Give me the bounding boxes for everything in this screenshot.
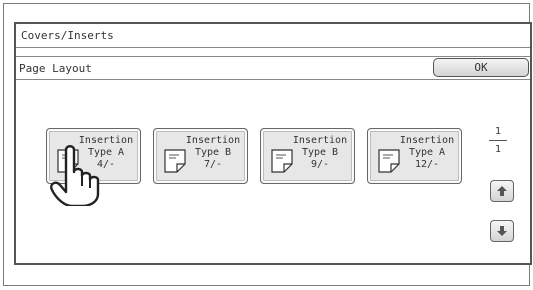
- page-current: 1: [494, 126, 502, 137]
- tile-count: 7/-: [203, 159, 223, 170]
- page-insert-icon: [271, 149, 293, 173]
- tile-label-line1: Insertion: [292, 135, 348, 146]
- arrow-up-icon: [497, 186, 507, 196]
- page-insert-icon: [378, 149, 400, 173]
- tile-label-line2: Type A: [408, 147, 446, 158]
- tile-label-line2: Type B: [301, 147, 339, 158]
- scroll-up-button[interactable]: [490, 180, 514, 202]
- ok-button-label: OK: [474, 61, 488, 74]
- hand-pointer-icon: [50, 145, 100, 206]
- tile-label-line1: Insertion: [399, 135, 455, 146]
- scroll-down-button[interactable]: [490, 220, 514, 242]
- header-bar: Page Layout OK: [16, 56, 530, 80]
- page-title: Page Layout: [19, 62, 92, 75]
- tile-label: Insertion Type B: [292, 135, 348, 159]
- tile-count: 9/-: [310, 159, 330, 170]
- arrow-down-icon: [497, 226, 507, 236]
- tile-count: 12/-: [414, 159, 440, 170]
- window-title: Covers/Inserts: [21, 29, 114, 42]
- insertion-tile-2[interactable]: Insertion Type B 7/-: [153, 128, 248, 184]
- screen-frame: Covers/Inserts Page Layout OK Insertion …: [3, 3, 532, 286]
- tile-label-line2: Type B: [194, 147, 232, 158]
- tile-label: Insertion Type A: [399, 135, 455, 159]
- tile-label: Insertion Type B: [185, 135, 241, 159]
- insertion-tile-4[interactable]: Insertion Type A 12/-: [367, 128, 462, 184]
- page-insert-icon: [164, 149, 186, 173]
- insertion-tile-3[interactable]: Insertion Type B 9/-: [260, 128, 355, 184]
- ok-button[interactable]: OK: [433, 58, 529, 77]
- page-divider: [489, 140, 507, 141]
- tile-label-line1: Insertion: [185, 135, 241, 146]
- title-bar: Covers/Inserts: [16, 24, 530, 48]
- page-total: 1: [494, 144, 502, 155]
- page-indicator: 1 1: [486, 126, 510, 155]
